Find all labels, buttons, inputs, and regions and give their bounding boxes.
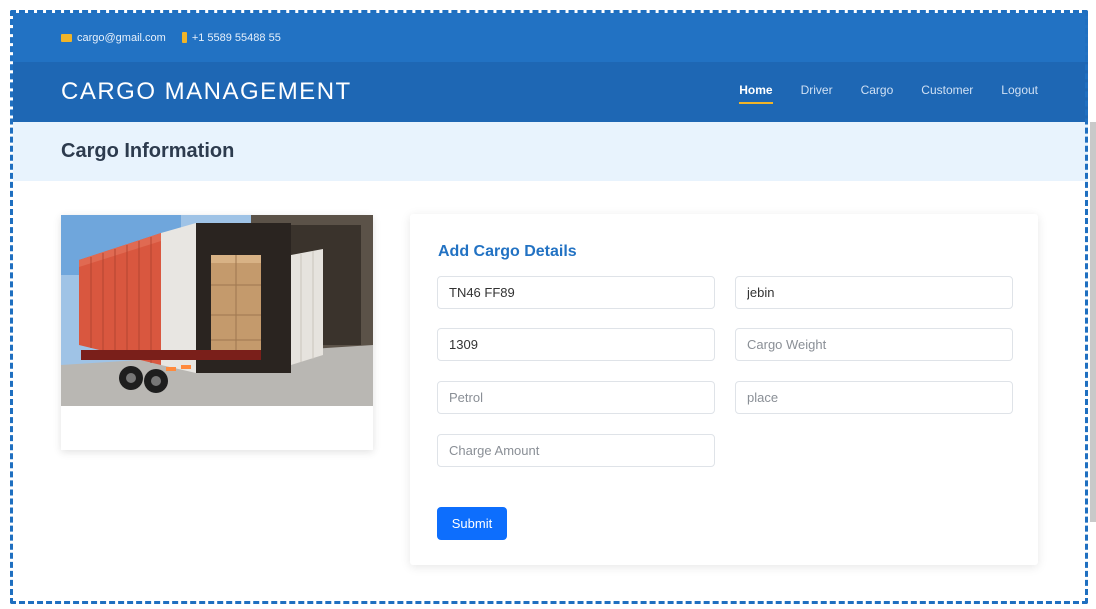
- nav-logout[interactable]: Logout: [1001, 83, 1038, 102]
- driver-name-input[interactable]: [735, 276, 1013, 309]
- phone-text: +1 5589 55488 55: [191, 31, 281, 44]
- contact-bar: cargo@gmail.com +1 5589 55488 55: [13, 13, 1088, 62]
- nav-driver[interactable]: Driver: [801, 83, 833, 102]
- form-title: Add Cargo Details: [438, 243, 577, 260]
- brand-logo[interactable]: CARGO MANAGEMENT: [61, 78, 352, 106]
- email-text: cargo@gmail.com: [77, 31, 166, 44]
- page-title: Cargo Information: [61, 140, 235, 162]
- page-header: Cargo Information: [13, 122, 1088, 181]
- submit-button[interactable]: Submit: [437, 507, 507, 540]
- add-cargo-form: Add Cargo Details Submit: [410, 214, 1038, 565]
- charge-amount-input[interactable]: [437, 434, 715, 467]
- nav-menu: Home Driver Cargo Customer Logout: [711, 83, 1038, 104]
- main-navbar: CARGO MANAGEMENT Home Driver Cargo Custo…: [13, 62, 1088, 122]
- cargo-weight-input[interactable]: [735, 328, 1013, 361]
- cargo-id-input[interactable]: [437, 328, 715, 361]
- nav-customer[interactable]: Customer: [921, 83, 973, 102]
- phone-icon: [181, 32, 187, 43]
- place-input[interactable]: [735, 381, 1013, 414]
- contact-phone[interactable]: +1 5589 55488 55: [181, 31, 281, 44]
- cargo-truck-image: [61, 215, 373, 406]
- nav-home[interactable]: Home: [739, 83, 773, 104]
- contact-email[interactable]: cargo@gmail.com: [61, 32, 166, 44]
- page-scrollbar[interactable]: [1090, 122, 1096, 522]
- cargo-image-card: [61, 215, 373, 450]
- nav-cargo[interactable]: Cargo: [861, 83, 894, 102]
- fuel-type-input[interactable]: [437, 381, 715, 414]
- vehicle-number-input[interactable]: [437, 276, 715, 309]
- mail-icon: [61, 33, 72, 42]
